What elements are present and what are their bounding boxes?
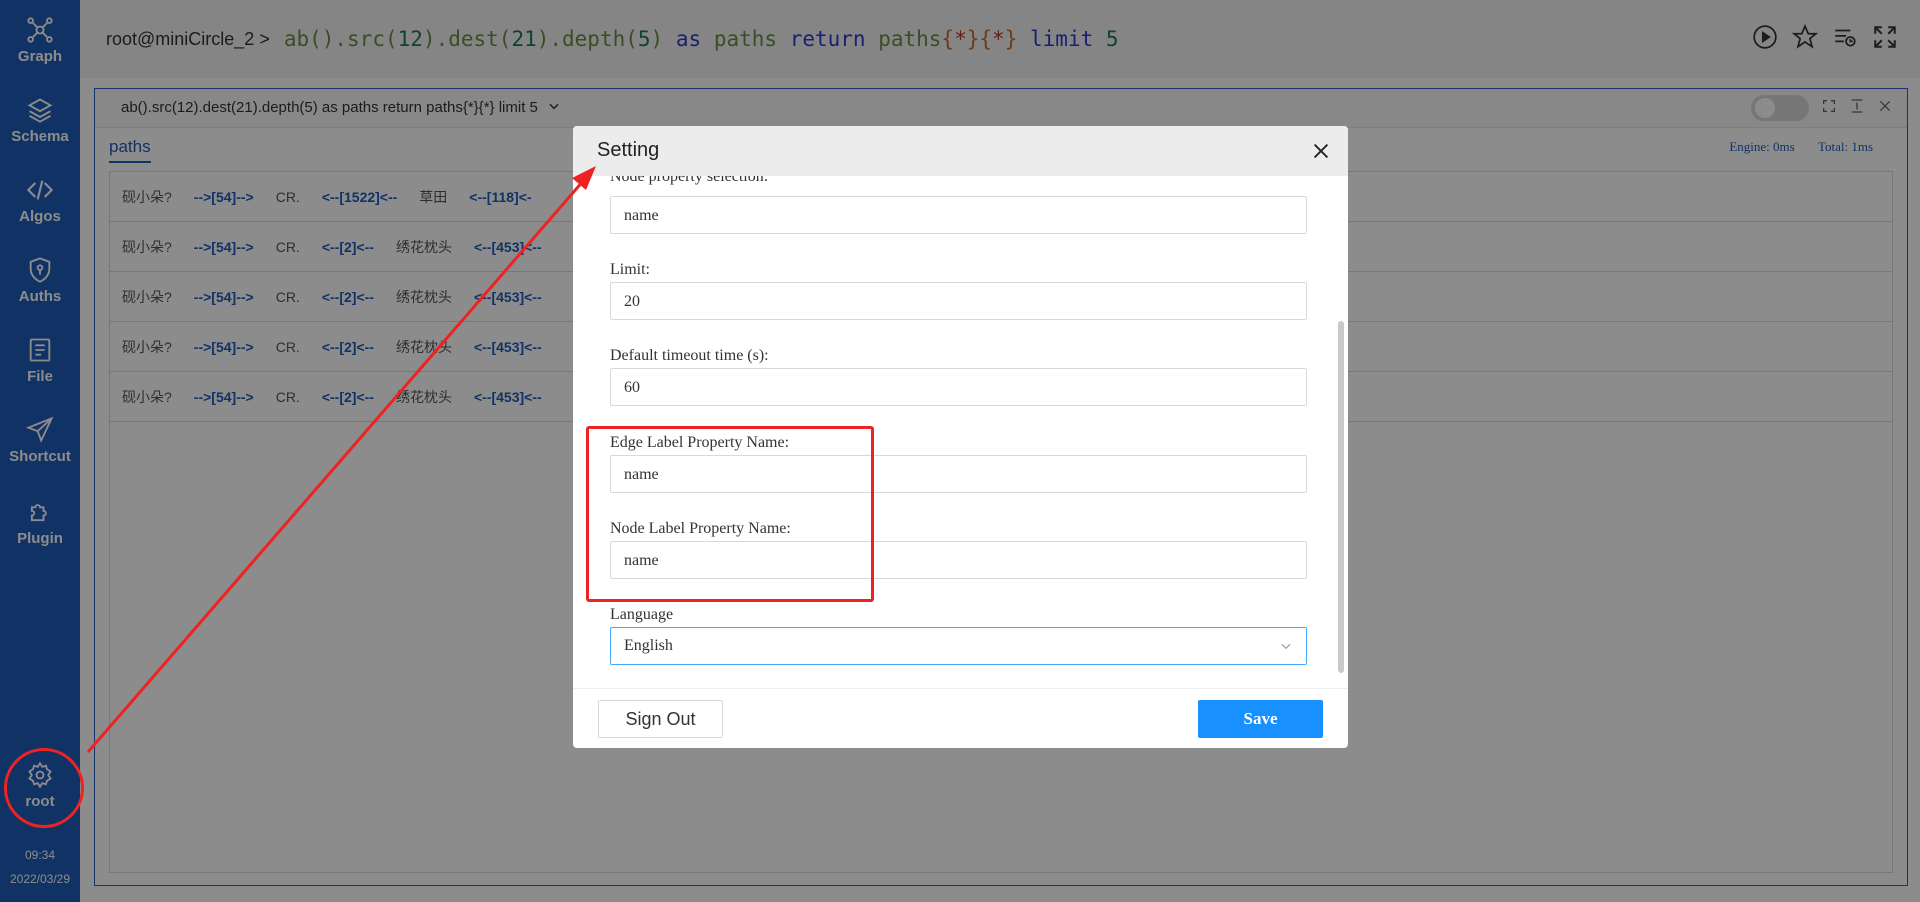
limit-input[interactable]: 20 [610, 282, 1307, 320]
annotation-highlight-box [586, 426, 874, 602]
node-property-label: Node property selection: [610, 176, 769, 185]
language-select[interactable]: English [610, 627, 1307, 665]
dialog-header: Setting [573, 126, 1348, 176]
language-selected-value: English [624, 637, 673, 654]
dialog-footer: Sign Out Save [573, 688, 1348, 748]
sign-out-button[interactable]: Sign Out [598, 700, 723, 738]
language-label: Language [610, 606, 674, 623]
limit-label: Limit: [610, 261, 650, 278]
close-icon[interactable] [1310, 140, 1332, 162]
save-button[interactable]: Save [1198, 700, 1323, 738]
timeout-input[interactable]: 60 [610, 368, 1307, 406]
timeout-label: Default timeout time (s): [610, 347, 769, 364]
dialog-scrollbar[interactable] [1338, 321, 1344, 673]
chevron-down-icon [1281, 643, 1291, 650]
annotation-highlight-circle [4, 748, 84, 828]
dialog-title: Setting [597, 139, 660, 161]
node-property-input[interactable]: name [610, 196, 1307, 234]
